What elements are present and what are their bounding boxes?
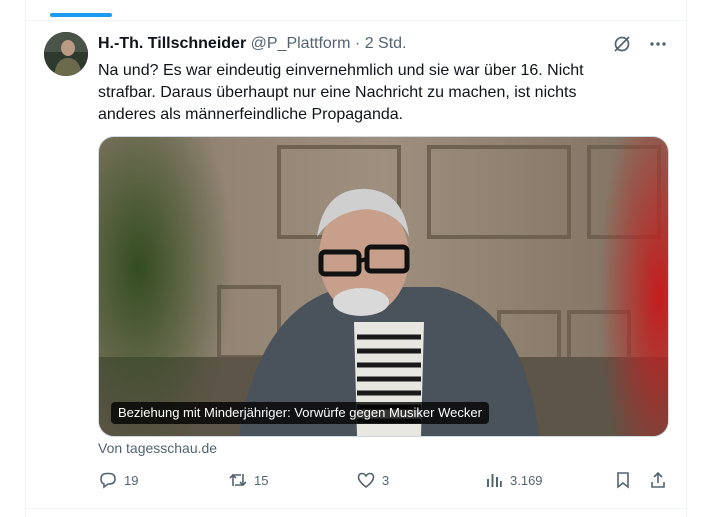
retweet-count: 15 <box>254 472 269 488</box>
avatar[interactable] <box>44 32 88 76</box>
views-count: 3.169 <box>510 472 543 488</box>
link-card[interactable]: Beziehung mit Minderjähriger: Vorwürfe g… <box>98 136 669 437</box>
like-button[interactable]: 3 <box>356 470 389 490</box>
like-icon <box>357 472 375 488</box>
like-count: 3 <box>382 472 390 488</box>
more-icon[interactable] <box>648 34 668 54</box>
tweet-timestamp[interactable]: 2 Std. <box>365 35 407 52</box>
card-title: Beziehung mit Minderjähriger: Vorwürfe g… <box>111 402 489 424</box>
reply-button[interactable]: 19 <box>98 470 138 490</box>
share-button[interactable] <box>648 470 668 490</box>
author-display-name[interactable]: H.-Th. Tillschneider <box>98 35 246 52</box>
divider <box>26 508 686 509</box>
tweet-text: Na und? Es war eindeutig einvernehmlich … <box>98 62 584 123</box>
views-button[interactable]: 3.169 <box>484 470 543 490</box>
active-tab-indicator <box>50 13 112 17</box>
bookmark-icon <box>617 472 629 489</box>
grok-icon[interactable] <box>612 34 632 54</box>
header-actions <box>612 34 668 54</box>
reply-count: 19 <box>124 472 139 488</box>
card-source[interactable]: Von tagesschau.de <box>98 440 217 456</box>
card-image <box>99 137 668 436</box>
reply-icon <box>100 472 116 489</box>
author-handle[interactable]: @P_Plattform <box>251 35 351 52</box>
tweet-header: H.-Th. Tillschneider @P_Plattform · 2 St… <box>98 34 407 54</box>
retweet-button[interactable]: 15 <box>228 470 268 490</box>
action-bar: 19 15 3 3.169 <box>98 470 668 494</box>
tweet-container: H.-Th. Tillschneider @P_Plattform · 2 St… <box>25 0 687 517</box>
share-icon <box>651 471 665 488</box>
retweet-icon <box>229 473 247 487</box>
tab-bar <box>26 0 686 21</box>
separator-dot: · <box>354 35 365 52</box>
views-icon <box>487 474 502 487</box>
bookmark-button[interactable] <box>613 470 633 490</box>
